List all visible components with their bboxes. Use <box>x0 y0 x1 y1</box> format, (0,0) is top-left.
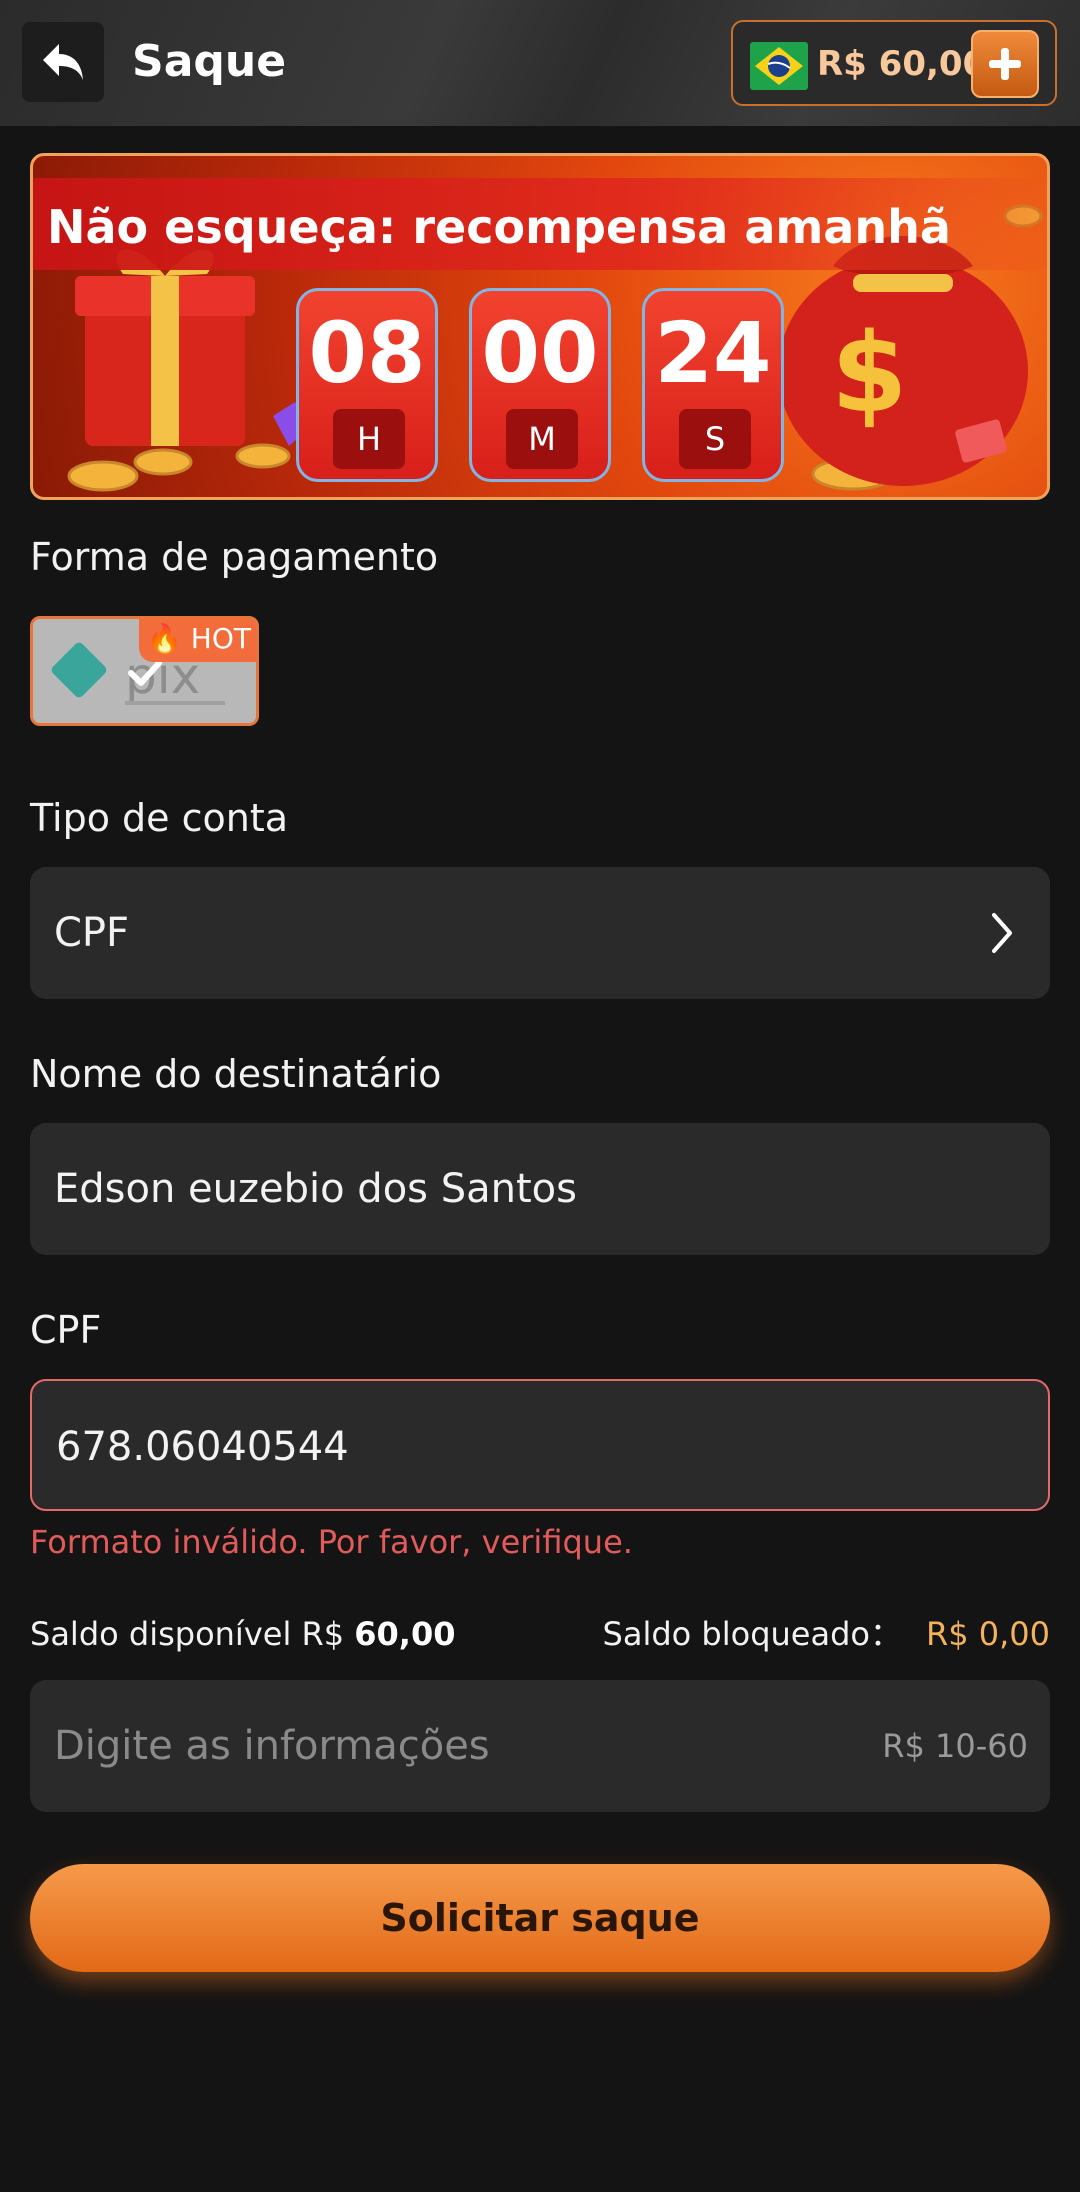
amount-input[interactable] <box>54 1718 754 1774</box>
account-type-label: Tipo de conta <box>30 796 289 840</box>
reward-banner[interactable]: $ Não esqueça: recompensa amanhã 08 H 00… <box>30 153 1050 500</box>
blocked-balance-label: Saldo bloqueado： <box>602 1615 902 1653</box>
cpf-field[interactable]: 678.06040544 <box>30 1379 1050 1511</box>
available-balance: Saldo disponível R$ 60,00 <box>30 1614 455 1654</box>
amount-field[interactable]: R$ 10-60 <box>30 1680 1050 1812</box>
timer-hours: 08 H <box>296 288 438 482</box>
timer-minutes-unit: M <box>506 409 578 469</box>
timer-seconds-value: 24 <box>654 304 772 402</box>
brazil-flag-icon <box>750 42 808 90</box>
plus-icon <box>989 48 1021 80</box>
deposit-button[interactable] <box>971 30 1039 98</box>
banner-title: Não esqueça: recompensa amanhã <box>47 200 951 254</box>
cpf-error-message: Formato inválido. Por favor, verifique. <box>30 1523 633 1561</box>
recipient-name-label: Nome do destinatário <box>30 1052 442 1096</box>
payment-option-pix[interactable]: pix 🔥 HOT <box>30 616 259 726</box>
timer-hours-value: 08 <box>308 304 426 402</box>
timer-seconds-unit: S <box>679 409 751 469</box>
back-arrow-icon <box>43 44 83 80</box>
header-bar: Saque R$ 60,00 <box>0 0 1080 126</box>
cpf-value: 678.06040544 <box>56 1424 349 1470</box>
hot-badge-label: HOT <box>190 622 251 655</box>
available-balance-label: Saldo disponível R$ <box>30 1615 345 1653</box>
back-button[interactable] <box>22 22 104 102</box>
amount-range-hint: R$ 10-60 <box>882 1727 1028 1765</box>
available-balance-value: 60,00 <box>354 1615 456 1653</box>
withdraw-screen: Saque R$ 60,00 $ Não esqueça: recompensa… <box>0 0 1080 2192</box>
blocked-balance: Saldo bloqueado： R$ 0,00 <box>603 1614 1050 1654</box>
cpf-label: CPF <box>30 1308 102 1352</box>
timer-minutes: 00 M <box>469 288 611 482</box>
recipient-name-value: Edson euzebio dos Santos <box>54 1166 577 1212</box>
flame-icon: 🔥 <box>147 622 182 655</box>
page-title: Saque <box>132 36 287 87</box>
svg-text:$: $ <box>831 309 908 437</box>
payment-method-label: Forma de pagamento <box>30 535 439 579</box>
hot-badge: 🔥 HOT <box>139 619 256 662</box>
balance-amount: R$ 60,00 <box>817 44 987 84</box>
recipient-name-field[interactable]: Edson euzebio dos Santos <box>30 1123 1050 1255</box>
blocked-balance-value: R$ 0,00 <box>925 1615 1050 1653</box>
account-type-select[interactable]: CPF <box>30 867 1050 999</box>
chevron-right-icon <box>992 913 1012 953</box>
account-type-value: CPF <box>54 910 130 956</box>
request-withdrawal-button[interactable]: Solicitar saque <box>30 1864 1050 1972</box>
timer-hours-unit: H <box>333 409 405 469</box>
gift-box-icon <box>75 249 255 446</box>
timer-minutes-value: 00 <box>481 304 599 402</box>
balance-widget[interactable]: R$ 60,00 <box>731 20 1057 106</box>
timer-seconds: 24 S <box>642 288 784 482</box>
